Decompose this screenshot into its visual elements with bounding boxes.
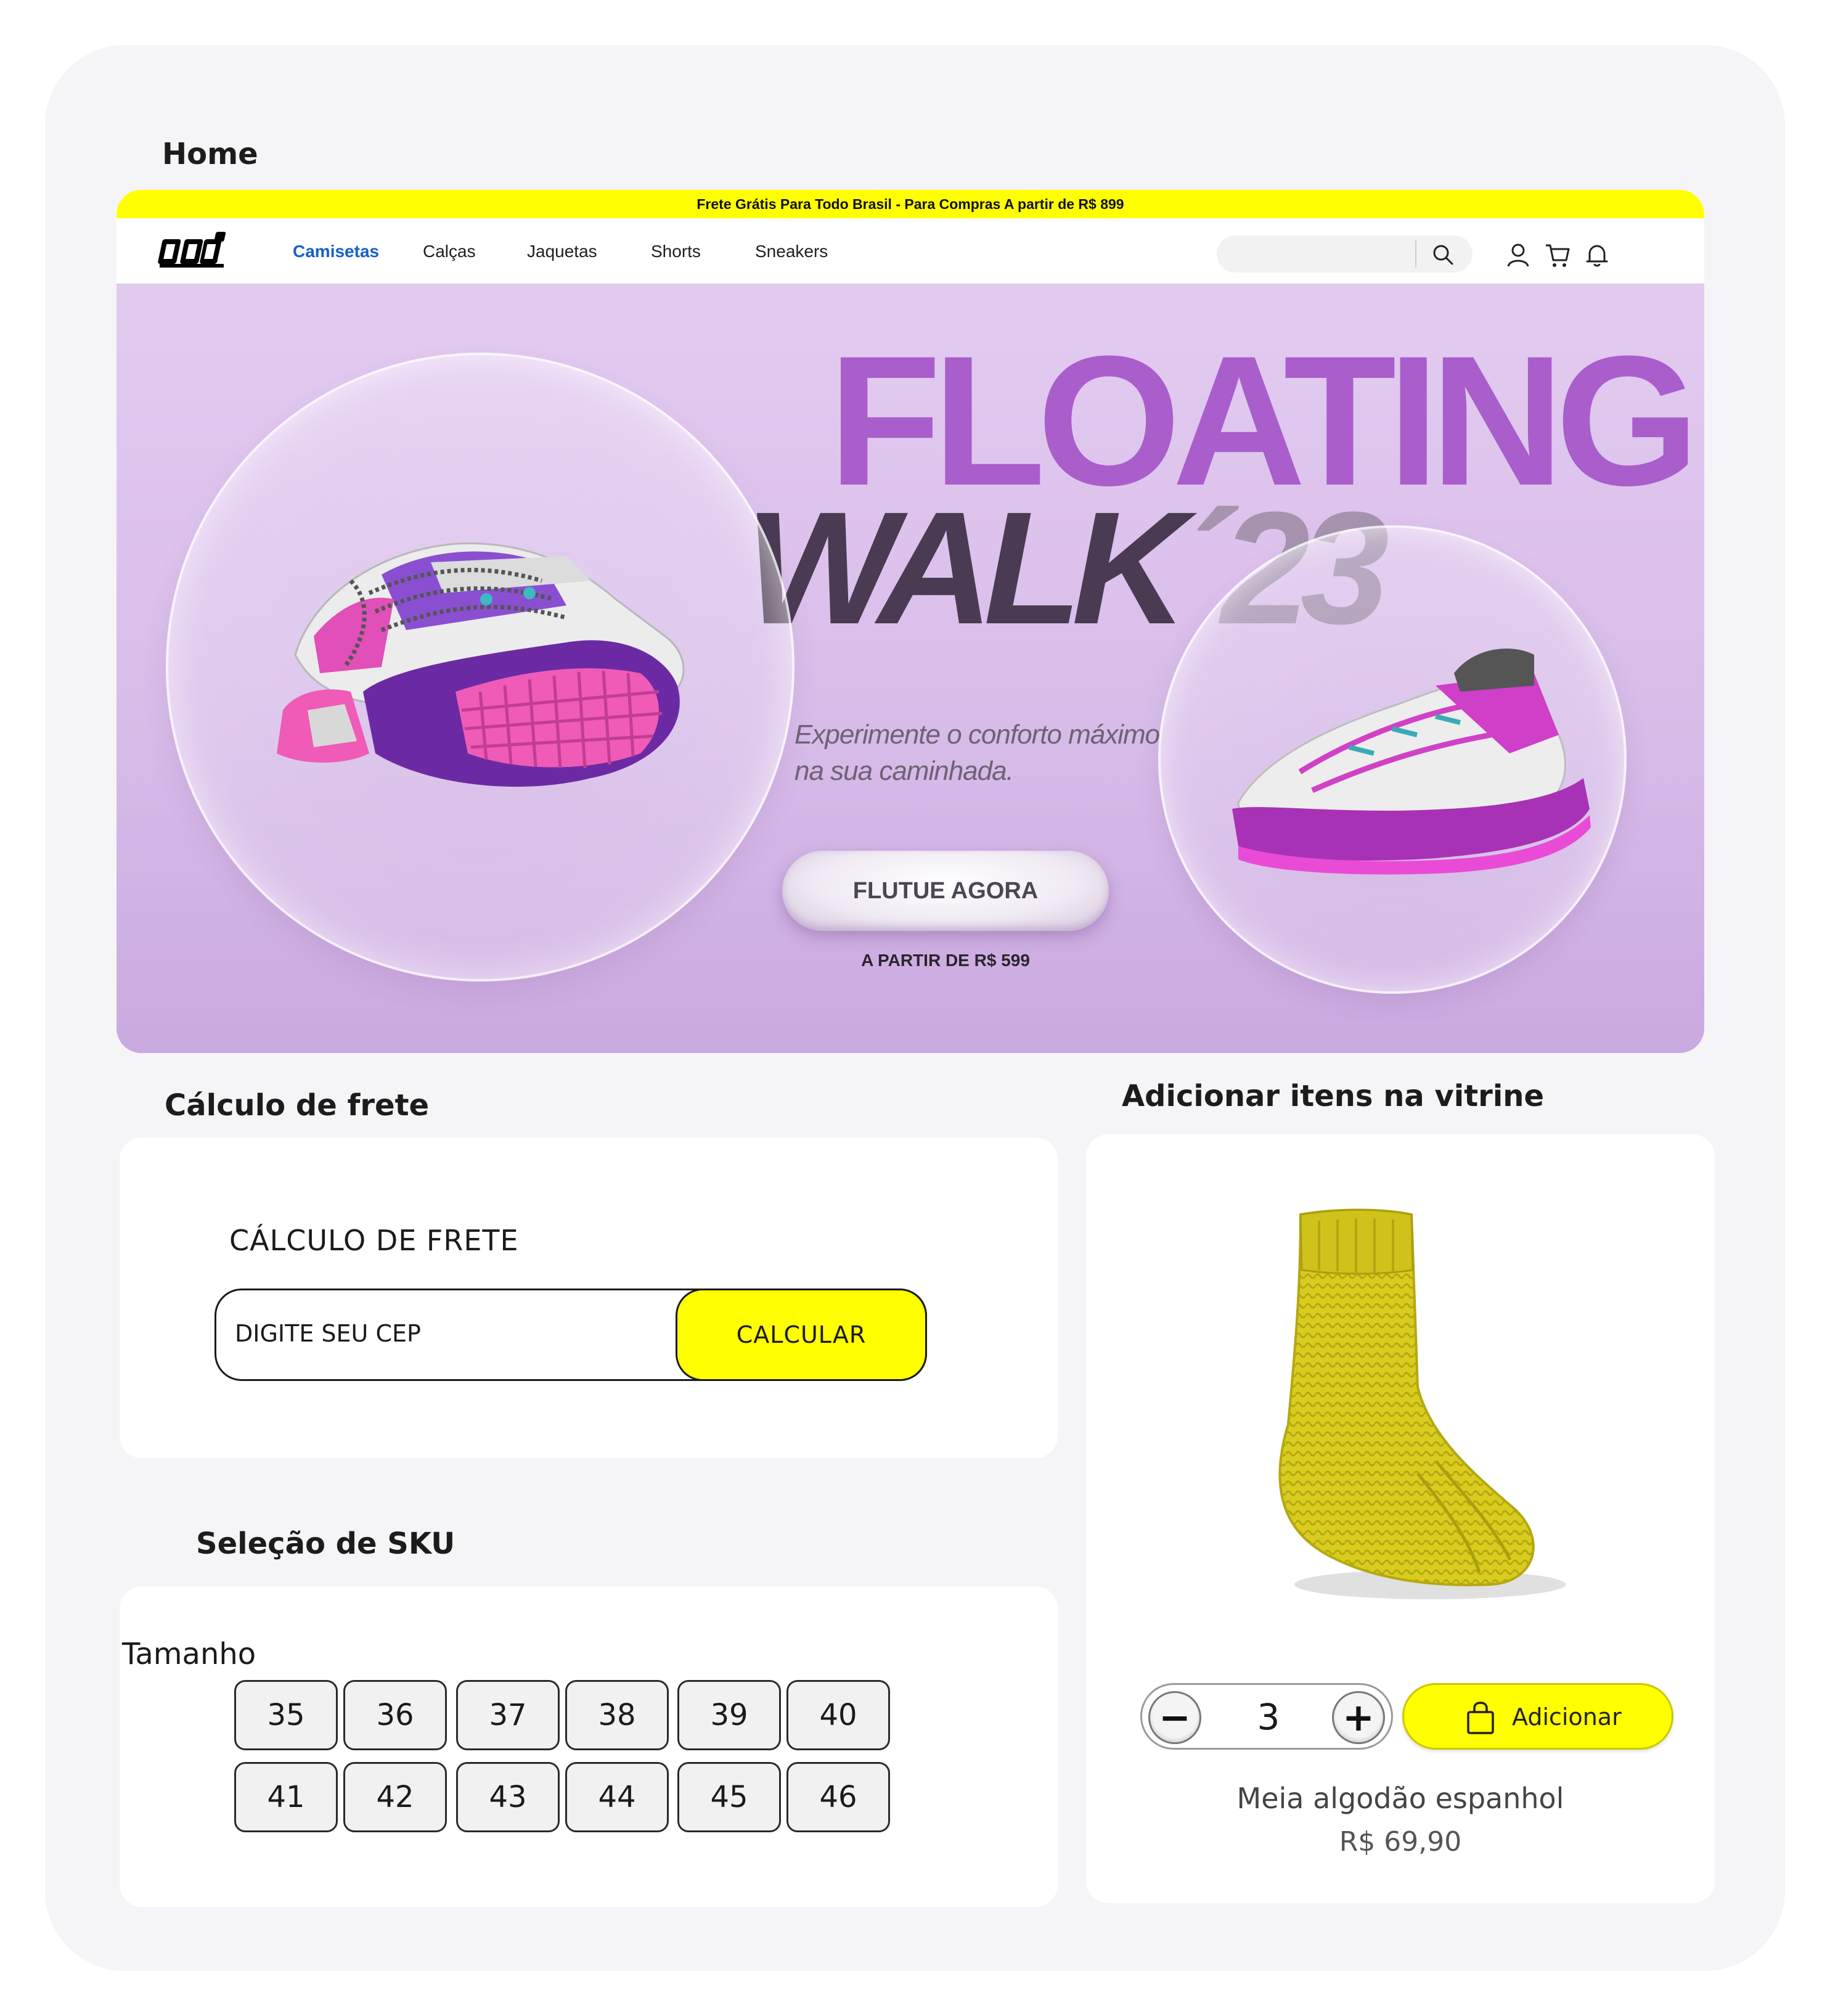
nav-link-camisetas[interactable]: Camisetas	[293, 242, 379, 261]
section-title-sku: Seleção de SKU	[196, 1526, 455, 1561]
size-option-40[interactable]: 40	[786, 1680, 890, 1750]
nav-link-jaquetas[interactable]: Jaquetas	[527, 242, 597, 261]
calcular-button[interactable]: CALCULAR	[676, 1289, 927, 1381]
increment-button[interactable]: +	[1332, 1691, 1385, 1744]
product-price: R$ 69,90	[1339, 1826, 1462, 1858]
nav-link-sneakers[interactable]: Sneakers	[755, 242, 828, 261]
cep-input[interactable]	[235, 1309, 654, 1358]
size-option-39[interactable]: 39	[677, 1680, 781, 1750]
size-option-38[interactable]: 38	[565, 1680, 669, 1750]
size-option-46[interactable]: 46	[786, 1762, 890, 1832]
search-input[interactable]	[1229, 240, 1414, 268]
hero-banner: FLOATING WALK´23	[116, 285, 1704, 1053]
size-option-45[interactable]: 45	[677, 1762, 781, 1832]
size-option-42[interactable]: 42	[343, 1762, 447, 1832]
size-option-41[interactable]: 41	[234, 1762, 338, 1832]
section-title-home: Home	[162, 137, 258, 171]
nav-link-calcas[interactable]: Calças	[423, 242, 476, 261]
cart-icon[interactable]	[1544, 242, 1571, 269]
search-icon[interactable]	[1431, 243, 1455, 266]
size-option-36[interactable]: 36	[343, 1680, 447, 1750]
size-label: Tamanho	[122, 1637, 256, 1671]
quantity-stepper: − 3 +	[1140, 1683, 1393, 1750]
shopping-bag-icon	[1467, 1702, 1494, 1734]
decrement-button[interactable]: −	[1148, 1691, 1201, 1744]
cep-form: CALCULAR	[214, 1289, 927, 1381]
hero-title-walk-main: WALK	[745, 479, 1187, 658]
hero-subtitle: Experimente o conforto máximo na sua cam…	[794, 719, 1160, 787]
brand-logo[interactable]	[156, 231, 232, 272]
user-icon[interactable]	[1505, 242, 1532, 269]
sneaker-left-image	[277, 542, 685, 787]
add-button-label: Adicionar	[1512, 1703, 1622, 1731]
nav-link-shorts[interactable]: Shorts	[651, 242, 701, 261]
size-option-37[interactable]: 37	[456, 1680, 560, 1750]
hero-price: A PARTIR DE R$ 599	[861, 951, 1030, 970]
section-title-frete: Cálculo de frete	[165, 1088, 430, 1123]
section-title-vitrine: Adicionar itens na vitrine	[1122, 1079, 1545, 1113]
hero-cta-button[interactable]: FLUTUE AGORA	[782, 851, 1109, 931]
add-to-cart-button[interactable]: Adicionar	[1402, 1683, 1673, 1750]
frete-card: CÁLCULO DE FRETE CALCULAR	[120, 1137, 1058, 1458]
navbar: Camisetas Calças Jaquetas Shorts Sneaker…	[116, 218, 1704, 285]
quantity-value: 3	[1257, 1696, 1280, 1738]
sock-product-image	[1278, 1208, 1566, 1599]
home-preview: Frete Grátis Para Todo Brasil - Para Com…	[116, 190, 1704, 1053]
frete-heading: CÁLCULO DE FRETE	[229, 1224, 519, 1257]
size-option-43[interactable]: 43	[456, 1762, 560, 1832]
size-option-44[interactable]: 44	[565, 1762, 669, 1832]
product-name: Meia algodão espanhol	[1236, 1782, 1564, 1815]
promo-bar: Frete Grátis Para Todo Brasil - Para Com…	[116, 190, 1704, 218]
size-option-35[interactable]: 35	[234, 1680, 338, 1750]
search-divider	[1415, 240, 1416, 268]
sneaker-right-image	[1232, 649, 1591, 875]
search-bar	[1217, 236, 1473, 272]
bell-icon[interactable]	[1583, 242, 1611, 269]
